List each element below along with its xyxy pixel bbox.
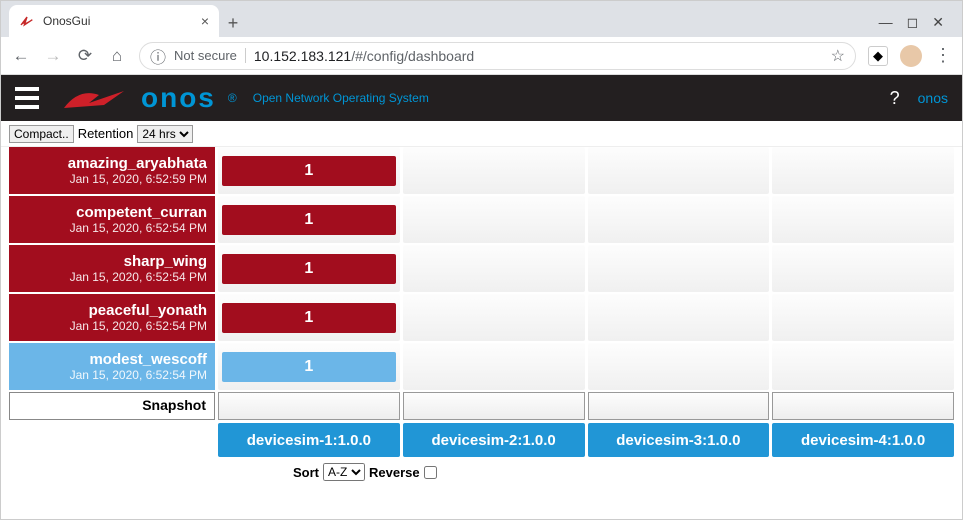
device-cell[interactable]: devicesim-4:1.0.0 bbox=[772, 423, 954, 457]
retention-label: Retention bbox=[78, 126, 134, 141]
snapshot-cell[interactable] bbox=[772, 392, 954, 420]
grid-cell[interactable] bbox=[588, 245, 770, 292]
config-row: amazing_aryabhataJan 15, 2020, 6:52:59 P… bbox=[9, 147, 954, 194]
config-grid: amazing_aryabhataJan 15, 2020, 6:52:59 P… bbox=[1, 147, 962, 481]
browser-tab-bar: OnosGui × + — ◻ ✕ bbox=[1, 1, 962, 37]
security-label: Not secure bbox=[174, 48, 246, 63]
grid-cell[interactable] bbox=[772, 147, 954, 194]
config-row: competent_curranJan 15, 2020, 6:52:54 PM… bbox=[9, 196, 954, 243]
row-name: modest_wescoff bbox=[17, 351, 207, 368]
row-label[interactable]: peaceful_yonathJan 15, 2020, 6:52:54 PM bbox=[9, 294, 215, 341]
row-name: amazing_aryabhata bbox=[17, 155, 207, 172]
config-block[interactable]: 1 bbox=[222, 156, 396, 186]
snapshot-cell[interactable] bbox=[403, 392, 585, 420]
grid-cell[interactable] bbox=[772, 245, 954, 292]
config-block[interactable]: 1 bbox=[222, 205, 396, 235]
grid-cell[interactable]: 1 bbox=[218, 245, 400, 292]
retention-select[interactable]: 24 hrs bbox=[137, 125, 193, 143]
grid-cell[interactable]: 1 bbox=[218, 343, 400, 390]
sort-select[interactable]: A-Z bbox=[323, 463, 365, 481]
config-block[interactable]: 1 bbox=[222, 303, 396, 333]
snapshot-row: Snapshot bbox=[9, 392, 954, 420]
row-name: peaceful_yonath bbox=[17, 302, 207, 319]
sort-label: Sort bbox=[293, 465, 319, 480]
grid-cell[interactable] bbox=[403, 294, 585, 341]
row-label[interactable]: competent_curranJan 15, 2020, 6:52:54 PM bbox=[9, 196, 215, 243]
onos-favicon bbox=[19, 13, 35, 29]
grid-cell[interactable] bbox=[588, 196, 770, 243]
window-controls: — ◻ ✕ bbox=[879, 14, 954, 37]
device-cell[interactable]: devicesim-3:1.0.0 bbox=[588, 423, 770, 457]
browser-tab[interactable]: OnosGui × bbox=[9, 5, 219, 37]
onos-logo: onos bbox=[141, 82, 216, 114]
spacer bbox=[9, 423, 215, 457]
grid-cell[interactable]: 1 bbox=[218, 147, 400, 194]
snapshot-cell[interactable] bbox=[218, 392, 400, 420]
url-text: 10.152.183.121/#/config/dashboard bbox=[254, 48, 474, 64]
row-label[interactable]: amazing_aryabhataJan 15, 2020, 6:52:59 P… bbox=[9, 147, 215, 194]
app-header: onos ® Open Network Operating System ? o… bbox=[1, 75, 962, 121]
url-input[interactable]: ⓘ Not secure 10.152.183.121/#/config/das… bbox=[139, 42, 856, 70]
minimize-icon[interactable]: — bbox=[879, 14, 893, 31]
close-window-icon[interactable]: ✕ bbox=[932, 14, 944, 31]
snapshot-cell[interactable] bbox=[588, 392, 770, 420]
device-cell[interactable]: devicesim-2:1.0.0 bbox=[403, 423, 585, 457]
home-button[interactable]: ⌂ bbox=[107, 46, 127, 66]
forward-button[interactable]: → bbox=[43, 46, 63, 66]
config-row: modest_wescoffJan 15, 2020, 6:52:54 PM1 bbox=[9, 343, 954, 390]
config-row: sharp_wingJan 15, 2020, 6:52:54 PM1 bbox=[9, 245, 954, 292]
row-name: sharp_wing bbox=[17, 253, 207, 270]
reverse-label: Reverse bbox=[369, 465, 420, 480]
profile-avatar[interactable] bbox=[900, 45, 922, 67]
maximize-icon[interactable]: ◻ bbox=[907, 14, 919, 31]
onos-tagline: Open Network Operating System bbox=[253, 91, 429, 105]
grid-cell[interactable] bbox=[772, 294, 954, 341]
menu-icon[interactable] bbox=[15, 87, 39, 109]
grid-cell[interactable] bbox=[403, 147, 585, 194]
grid-cell[interactable] bbox=[772, 343, 954, 390]
address-bar: ← → ⟳ ⌂ ⓘ Not secure 10.152.183.121/#/co… bbox=[1, 37, 962, 75]
grid-cell[interactable] bbox=[403, 245, 585, 292]
grid-cell[interactable] bbox=[403, 196, 585, 243]
bookmark-icon[interactable]: ☆ bbox=[831, 46, 845, 66]
row-time: Jan 15, 2020, 6:52:54 PM bbox=[17, 221, 207, 235]
snapshot-label: Snapshot bbox=[9, 392, 215, 420]
compact-button[interactable]: Compact.. bbox=[9, 125, 74, 143]
back-button[interactable]: ← bbox=[11, 46, 31, 66]
row-name: competent_curran bbox=[17, 204, 207, 221]
grid-cell[interactable] bbox=[403, 343, 585, 390]
site-info-icon[interactable]: ⓘ bbox=[150, 44, 166, 68]
grid-cell[interactable]: 1 bbox=[218, 294, 400, 341]
reload-button[interactable]: ⟳ bbox=[75, 46, 95, 66]
grid-cell[interactable] bbox=[772, 196, 954, 243]
reverse-checkbox[interactable] bbox=[424, 466, 437, 479]
row-label[interactable]: sharp_wingJan 15, 2020, 6:52:54 PM bbox=[9, 245, 215, 292]
onos-bird-icon bbox=[59, 83, 129, 113]
config-block[interactable]: 1 bbox=[222, 352, 396, 382]
config-block[interactable]: 1 bbox=[222, 254, 396, 284]
browser-menu-icon[interactable]: ⋮ bbox=[934, 45, 952, 66]
tab-title: OnosGui bbox=[43, 14, 193, 28]
grid-cell[interactable] bbox=[588, 294, 770, 341]
new-tab-button[interactable]: + bbox=[219, 9, 247, 37]
device-cell[interactable]: devicesim-1:1.0.0 bbox=[218, 423, 400, 457]
row-time: Jan 15, 2020, 6:52:54 PM bbox=[17, 368, 207, 382]
grid-cell[interactable] bbox=[588, 147, 770, 194]
help-icon[interactable]: ? bbox=[890, 88, 900, 109]
config-row: peaceful_yonathJan 15, 2020, 6:52:54 PM1 bbox=[9, 294, 954, 341]
grid-cell[interactable] bbox=[588, 343, 770, 390]
row-time: Jan 15, 2020, 6:52:59 PM bbox=[17, 172, 207, 186]
user-label[interactable]: onos bbox=[918, 90, 948, 106]
row-label[interactable]: modest_wescoffJan 15, 2020, 6:52:54 PM bbox=[9, 343, 215, 390]
extension-icon[interactable]: ◆ bbox=[868, 46, 888, 66]
toolbar: Compact.. Retention 24 hrs bbox=[1, 121, 962, 147]
tab-close-icon[interactable]: × bbox=[201, 13, 209, 29]
row-time: Jan 15, 2020, 6:52:54 PM bbox=[17, 319, 207, 333]
device-row: devicesim-1:1.0.0 devicesim-2:1.0.0 devi… bbox=[9, 423, 954, 457]
sort-controls: Sort A-Z Reverse bbox=[9, 457, 954, 481]
grid-cell[interactable]: 1 bbox=[218, 196, 400, 243]
row-time: Jan 15, 2020, 6:52:54 PM bbox=[17, 270, 207, 284]
